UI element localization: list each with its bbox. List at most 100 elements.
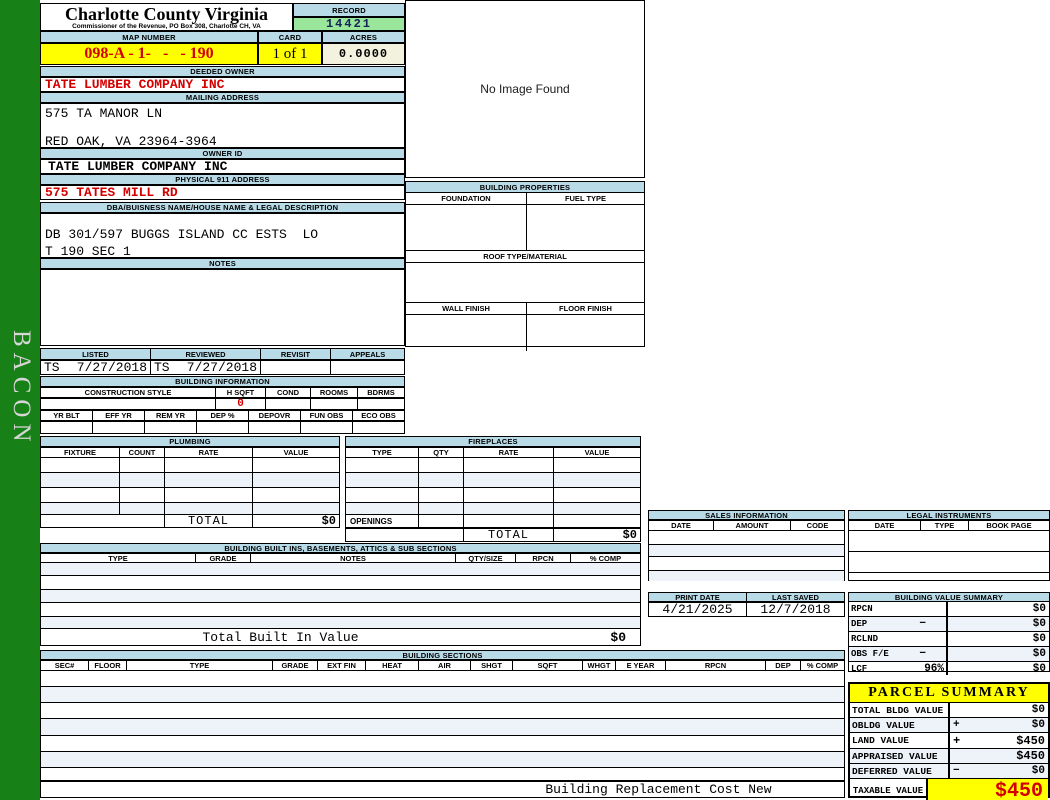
table-row[interactable] xyxy=(346,458,640,473)
record-value[interactable]: 14421 xyxy=(293,17,405,31)
construction-style-value[interactable] xyxy=(41,399,216,409)
table-row[interactable] xyxy=(649,571,844,581)
table-row[interactable] xyxy=(41,703,844,719)
table-row[interactable] xyxy=(41,752,844,768)
floor-finish-value[interactable] xyxy=(527,315,644,351)
acres-label: ACRES xyxy=(322,31,405,43)
parcel-sign: − xyxy=(953,765,960,777)
deeded-owner-value[interactable]: TATE LUMBER COMPANY INC xyxy=(40,77,405,92)
built-ins-comp-label: % COMP xyxy=(589,553,622,563)
card-label: CARD xyxy=(258,31,322,43)
table-row[interactable] xyxy=(41,603,640,617)
table-row[interactable] xyxy=(41,473,339,488)
notes-box[interactable] xyxy=(40,269,405,346)
table-row[interactable] xyxy=(41,458,339,473)
building-info-value-row2 xyxy=(40,421,405,434)
table-row[interactable] xyxy=(649,557,844,571)
table-row[interactable] xyxy=(41,563,640,576)
parcel-label: APPRAISED VALUE xyxy=(852,750,938,762)
mailing-address-box[interactable]: 575 TA MANOR LN RED OAK, VA 23964-3964 xyxy=(40,103,405,149)
card-value[interactable]: 1 of 1 xyxy=(258,43,322,65)
hsqft-value[interactable]: 0 xyxy=(216,398,266,410)
built-ins-total-label: Total Built In Value xyxy=(202,629,359,645)
table-row[interactable] xyxy=(849,552,1049,573)
table-row[interactable] xyxy=(41,488,339,503)
bvs-label: RPCN xyxy=(851,604,873,614)
legal-description-box[interactable]: DB 301/597 BUGGS ISLAND CC ESTS LO T 190… xyxy=(40,213,405,259)
revisit-value[interactable] xyxy=(261,361,331,374)
photo-panel[interactable]: No Image Found xyxy=(405,0,645,178)
map-number-value[interactable]: 098-A - 1- - - 190 xyxy=(40,43,258,65)
table-row[interactable] xyxy=(41,768,844,782)
parcel-value: $0 xyxy=(1031,765,1045,777)
table-row[interactable] xyxy=(649,545,844,557)
openings-rate-value[interactable] xyxy=(464,515,554,527)
legal-instruments-title: LEGAL INSTRUMENTS xyxy=(848,510,1050,520)
owner-id-value[interactable]: TATE LUMBER COMPANY INC xyxy=(40,159,405,174)
sales-rows xyxy=(648,531,845,581)
table-row[interactable] xyxy=(41,736,844,752)
rem-yr-value[interactable] xyxy=(145,422,197,433)
parcel-label: TOTAL BLDG VALUE xyxy=(852,704,944,716)
table-row[interactable] xyxy=(41,719,844,736)
plumbing-total-label: TOTAL xyxy=(165,514,253,528)
dates-header-row: PRINT DATE LAST SAVED xyxy=(648,592,845,602)
built-ins-grade-label: GRADE xyxy=(196,554,251,563)
parcel-sign: + xyxy=(953,733,961,748)
footer-row: Building Replacement Cost New xyxy=(40,781,845,798)
legal-rows xyxy=(848,531,1050,581)
fuel-type-value[interactable] xyxy=(527,205,644,250)
table-row[interactable] xyxy=(849,573,1049,581)
bdrms-value[interactable] xyxy=(358,399,404,409)
no-image-text: No Image Found xyxy=(480,82,570,96)
table-row[interactable] xyxy=(41,576,640,590)
taxable-value: $450 xyxy=(928,779,1048,800)
map-number-label: MAP NUMBER xyxy=(40,31,258,43)
reviewed-value[interactable]: TS 7/27/2018 xyxy=(151,360,261,375)
table-row[interactable] xyxy=(346,473,640,488)
fun-obs-label: FUN OBS xyxy=(301,411,353,420)
openings-value[interactable] xyxy=(554,515,640,527)
table-row[interactable] xyxy=(41,671,844,687)
deeded-owner-label: DEEDED OWNER xyxy=(40,66,405,77)
rooms-value[interactable] xyxy=(311,399,358,409)
eco-obs-value[interactable] xyxy=(353,422,404,433)
sections-sec-label: SEC# xyxy=(41,661,89,670)
parcel-value: $0 xyxy=(1031,719,1045,731)
wall-finish-label: WALL FINISH xyxy=(406,303,527,314)
fireplaces-rows xyxy=(345,458,641,516)
appeals-value[interactable] xyxy=(331,361,404,374)
acres-value[interactable]: 0.0000 xyxy=(322,43,405,65)
construction-style-label: CONSTRUCTION STYLE xyxy=(41,388,216,397)
roof-value[interactable] xyxy=(406,263,644,303)
listed-value[interactable]: TS 7/27/2018 xyxy=(41,360,151,375)
bvs-label: OBS F/E − xyxy=(849,647,946,661)
plumbing-rows xyxy=(40,458,340,516)
sidebar-vertical-label: BACON xyxy=(8,330,35,448)
table-row[interactable] xyxy=(41,590,640,603)
wall-finish-value[interactable] xyxy=(406,315,527,351)
sales-header-row: DATE AMOUNT CODE xyxy=(648,520,845,531)
table-row[interactable] xyxy=(346,488,640,503)
yr-blt-value[interactable] xyxy=(41,422,93,433)
dep-pct-value[interactable] xyxy=(197,422,249,433)
parcel-value: $450 xyxy=(1016,749,1045,763)
foundation-value[interactable] xyxy=(406,205,527,250)
fun-obs-value[interactable] xyxy=(301,422,353,433)
bvs-sign: − xyxy=(919,618,926,630)
cond-value[interactable] xyxy=(266,399,311,409)
plumbing-title: PLUMBING xyxy=(40,436,340,447)
rooms-label: ROOMS xyxy=(311,388,358,397)
physical-address-value[interactable]: 575 TATES MILL RD xyxy=(40,185,405,200)
depovr-value[interactable] xyxy=(249,422,301,433)
eff-yr-value[interactable] xyxy=(93,422,145,433)
plumbing-fixture-label: FIXTURE xyxy=(41,448,120,457)
fireplaces-type-label: TYPE xyxy=(346,448,419,457)
sales-amount-label: AMOUNT xyxy=(714,521,791,530)
built-ins-type-label: TYPE xyxy=(41,554,196,563)
parcel-value-cell: − $0 xyxy=(948,764,1048,778)
table-row[interactable] xyxy=(649,531,844,545)
table-row[interactable] xyxy=(41,687,844,703)
openings-qty-value[interactable] xyxy=(419,515,464,527)
table-row[interactable] xyxy=(849,531,1049,552)
